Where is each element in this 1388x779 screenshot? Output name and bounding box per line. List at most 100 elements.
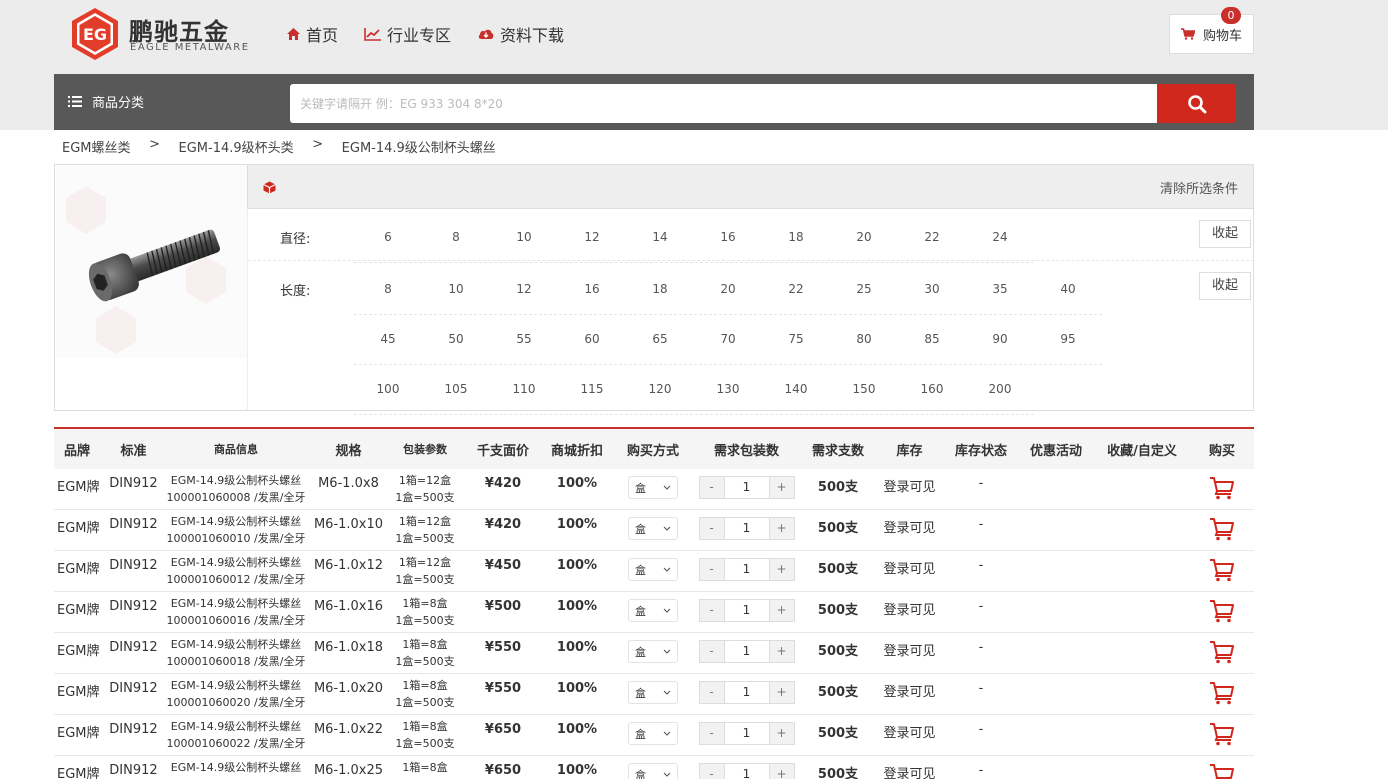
length-option[interactable]: 45 [354,314,422,364]
decrement-button[interactable]: - [699,600,724,621]
diameter-option[interactable]: 24 [966,212,1034,262]
decrement-button[interactable]: - [699,559,724,580]
length-option[interactable]: 55 [490,314,558,364]
length-option[interactable]: 115 [558,364,626,414]
diameter-option[interactable]: 6 [354,212,422,262]
decrement-button[interactable]: - [699,723,724,744]
length-option[interactable]: 65 [626,314,694,364]
length-option[interactable]: 110 [490,364,558,414]
product-info-cell[interactable]: EGM-14.9级公制杯头螺丝 [161,756,311,776]
breadcrumb-item-current[interactable]: EGM-14.9级公制杯头螺丝 [342,137,496,156]
breadcrumb-item-cap-head[interactable]: EGM-14.9级杯头类 [179,137,294,156]
quantity-value[interactable]: 1 [723,641,770,662]
quantity-value[interactable]: 1 [723,600,770,621]
nav-item-industry[interactable]: 行业专区 [364,22,451,46]
product-info-cell[interactable]: EGM-14.9级公制杯头螺丝 100001060012 /发黑/全牙 [161,551,311,588]
buy-mode-select[interactable]: 盒 [628,640,678,663]
increment-button[interactable]: + [769,723,794,744]
site-logo[interactable]: EG 鹏驰五金 EAGLE METALWARE [67,6,267,62]
length-option[interactable]: 70 [694,314,762,364]
buy-mode-select[interactable]: 盒 [628,558,678,581]
buy-mode-select[interactable]: 盒 [628,722,678,745]
length-option[interactable]: 8 [354,264,422,314]
diameter-option[interactable]: 8 [422,212,490,262]
add-to-cart-icon[interactable] [1209,517,1235,541]
decrement-button[interactable]: - [699,682,724,703]
decrement-button[interactable]: - [699,764,724,779]
diameter-option[interactable]: 14 [626,212,694,262]
add-to-cart-icon[interactable] [1209,558,1235,582]
length-option[interactable]: 50 [422,314,490,364]
increment-button[interactable]: + [769,477,794,498]
buy-mode-select[interactable]: 盒 [628,476,678,499]
add-to-cart-icon[interactable] [1209,476,1235,500]
increment-button[interactable]: + [769,682,794,703]
diameter-option[interactable]: 18 [762,212,830,262]
product-info-cell[interactable]: EGM-14.9级公制杯头螺丝 100001060022 /发黑/全牙 [161,715,311,752]
length-option[interactable]: 130 [694,364,762,414]
diameter-option[interactable]: 22 [898,212,966,262]
quantity-value[interactable]: 1 [723,682,770,703]
length-option[interactable]: 22 [762,264,830,314]
length-option[interactable]: 85 [898,314,966,364]
add-to-cart-icon[interactable] [1209,599,1235,623]
length-option[interactable]: 75 [762,314,830,364]
length-option[interactable]: 200 [966,364,1034,414]
add-to-cart-icon[interactable] [1209,681,1235,705]
length-option[interactable]: 25 [830,264,898,314]
add-to-cart-icon[interactable] [1209,763,1235,779]
diameter-option[interactable]: 12 [558,212,626,262]
decrement-button[interactable]: - [699,641,724,662]
length-option[interactable]: 30 [898,264,966,314]
product-info-cell[interactable]: EGM-14.9级公制杯头螺丝 100001060018 /发黑/全牙 [161,633,311,670]
add-to-cart-icon[interactable] [1209,722,1235,746]
length-option[interactable]: 40 [1034,264,1102,314]
length-collapse-button[interactable]: 收起 [1199,272,1251,300]
diameter-option[interactable]: 10 [490,212,558,262]
length-option[interactable]: 18 [626,264,694,314]
product-info-cell[interactable]: EGM-14.9级公制杯头螺丝 100001060020 /发黑/全牙 [161,674,311,711]
buy-mode-select[interactable]: 盒 [628,599,678,622]
length-option[interactable]: 100 [354,364,422,414]
quantity-value[interactable]: 1 [723,477,770,498]
product-info-cell[interactable]: EGM-14.9级公制杯头螺丝 100001060010 /发黑/全牙 [161,510,311,547]
length-option[interactable]: 150 [830,364,898,414]
length-option[interactable]: 140 [762,364,830,414]
search-input[interactable] [290,84,1158,123]
product-info-cell[interactable]: EGM-14.9级公制杯头螺丝 100001060016 /发黑/全牙 [161,592,311,629]
length-option[interactable]: 12 [490,264,558,314]
category-menu-button[interactable]: 商品分类 [68,92,144,111]
increment-button[interactable]: + [769,600,794,621]
length-option[interactable]: 90 [966,314,1034,364]
buy-mode-select[interactable]: 盒 [628,681,678,704]
increment-button[interactable]: + [769,518,794,539]
buy-mode-select[interactable]: 盒 [628,763,678,779]
length-option[interactable]: 120 [626,364,694,414]
length-option[interactable]: 60 [558,314,626,364]
length-option[interactable]: 105 [422,364,490,414]
quantity-value[interactable]: 1 [723,764,770,779]
buy-mode-select[interactable]: 盒 [628,517,678,540]
increment-button[interactable]: + [769,641,794,662]
product-info-cell[interactable]: EGM-14.9级公制杯头螺丝 100001060008 /发黑/全牙 [161,469,311,506]
cart-button[interactable]: 购物车 0 [1169,7,1254,54]
nav-item-home[interactable]: 首页 [286,22,338,46]
clear-filters-link[interactable]: 清除所选条件 [1160,178,1238,197]
length-option[interactable]: 160 [898,364,966,414]
diameter-option[interactable]: 20 [830,212,898,262]
quantity-value[interactable]: 1 [723,723,770,744]
length-option[interactable]: 20 [694,264,762,314]
length-option[interactable]: 80 [830,314,898,364]
increment-button[interactable]: + [769,764,794,779]
quantity-value[interactable]: 1 [723,559,770,580]
diameter-option[interactable]: 16 [694,212,762,262]
length-option[interactable]: 10 [422,264,490,314]
decrement-button[interactable]: - [699,518,724,539]
breadcrumb-item-screws[interactable]: EGM螺丝类 [62,137,131,156]
diameter-collapse-button[interactable]: 收起 [1199,220,1251,248]
decrement-button[interactable]: - [699,477,724,498]
add-to-cart-icon[interactable] [1209,640,1235,664]
length-option[interactable]: 95 [1034,314,1102,364]
increment-button[interactable]: + [769,559,794,580]
quantity-value[interactable]: 1 [723,518,770,539]
